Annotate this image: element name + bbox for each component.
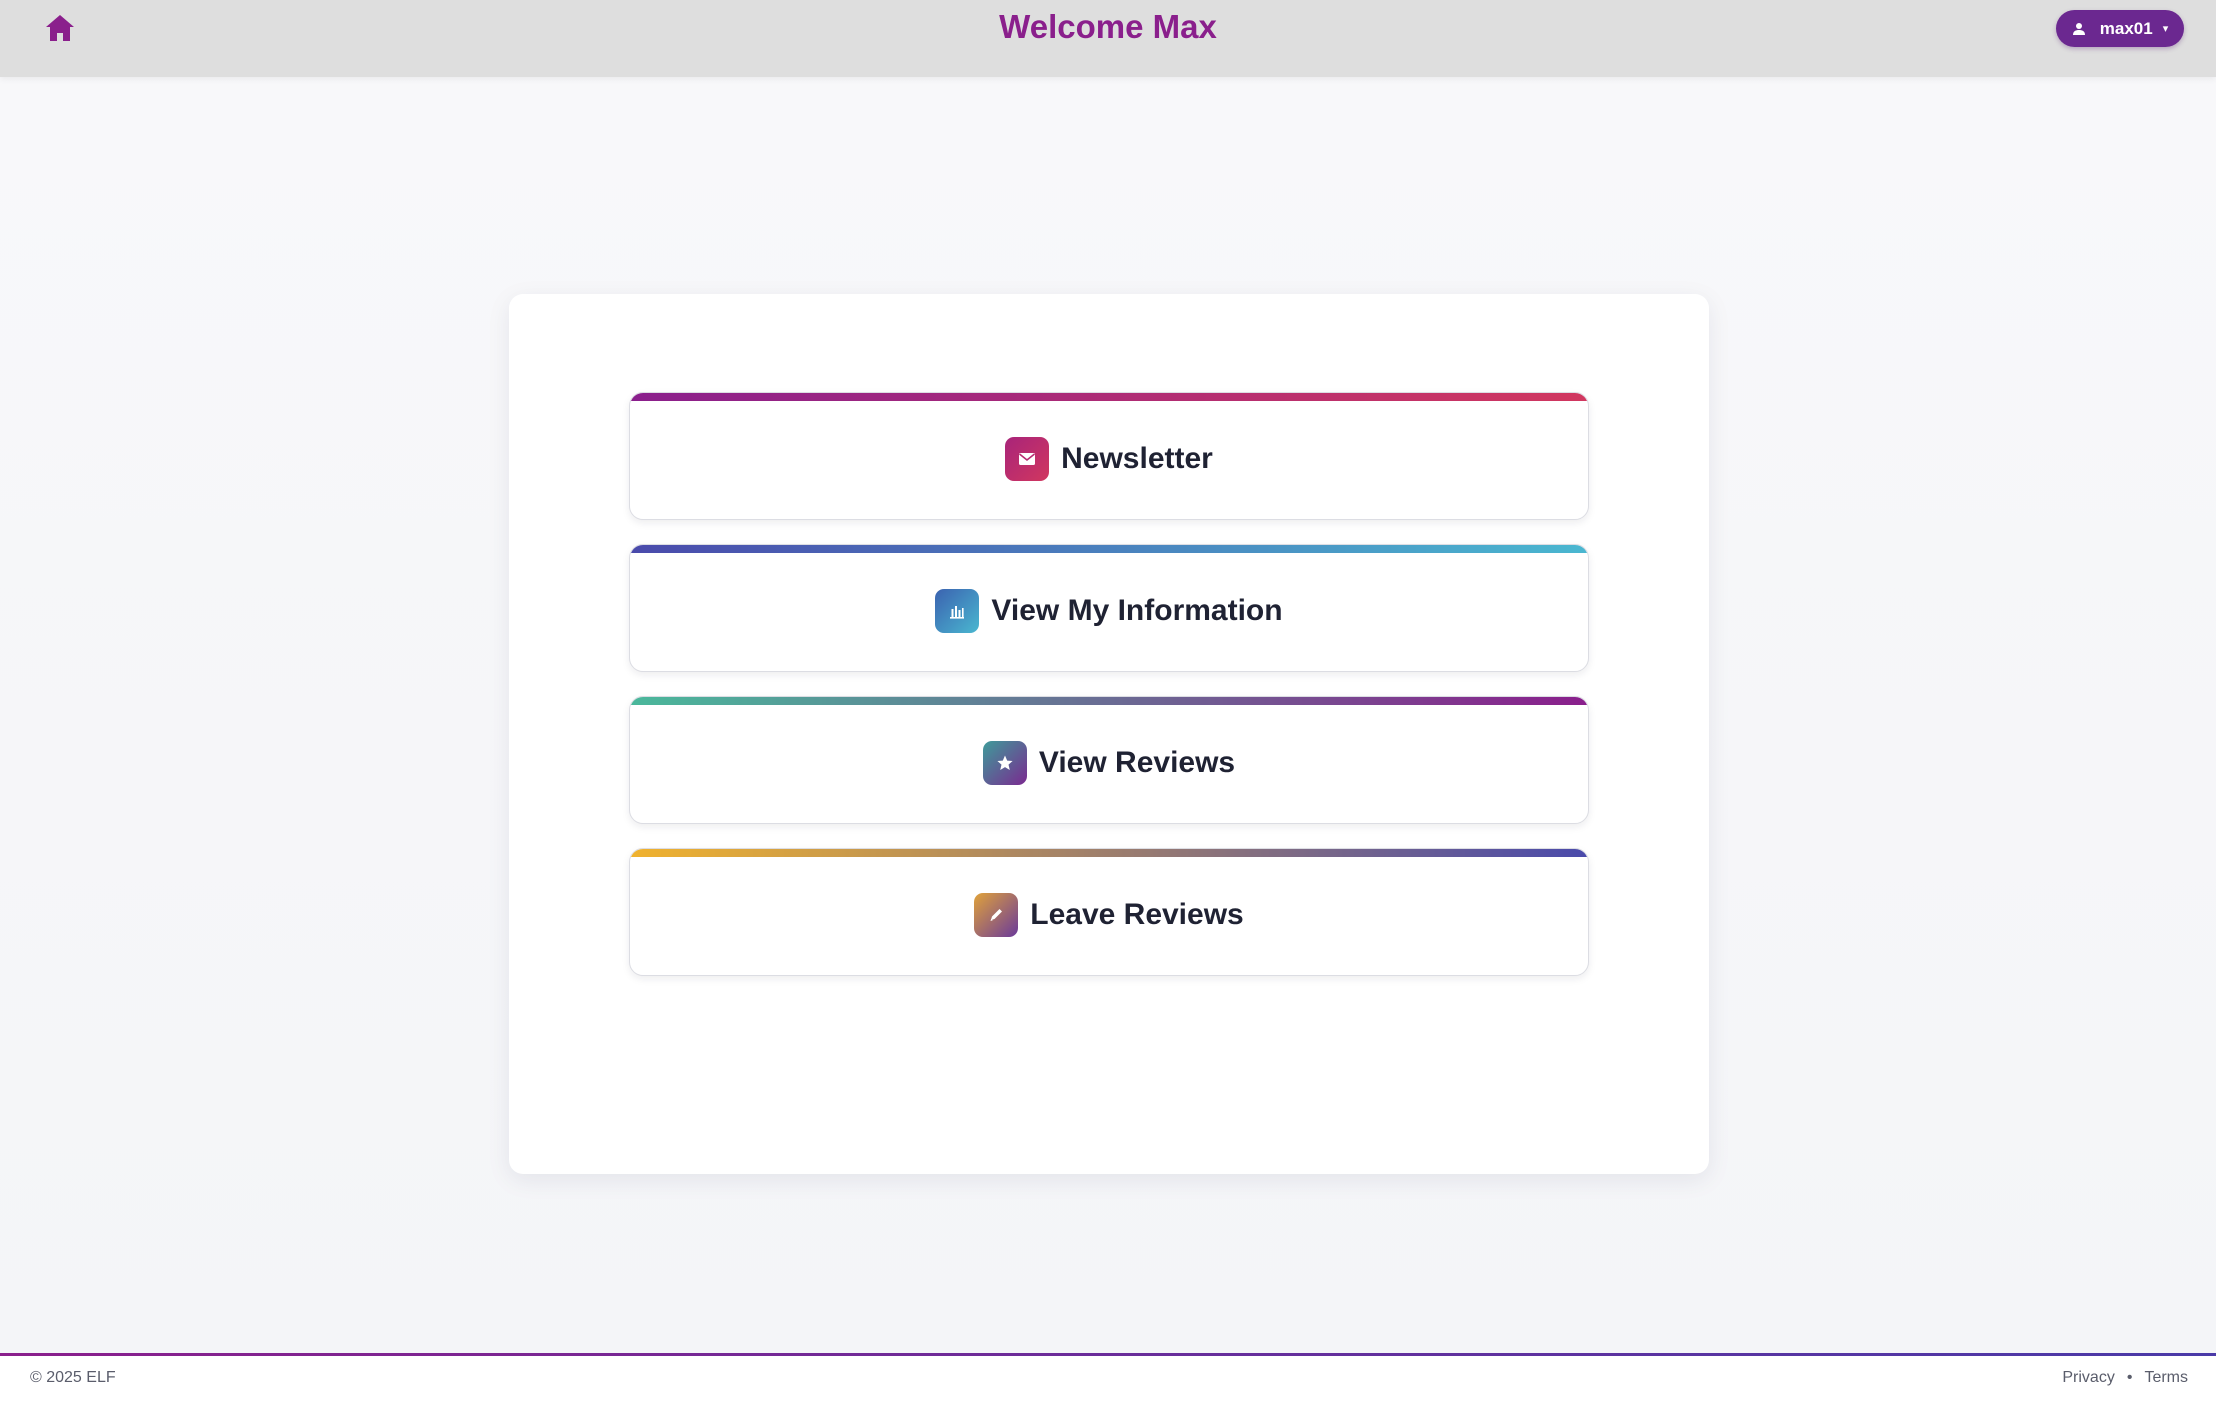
newsletter-card[interactable]: Newsletter xyxy=(629,392,1589,520)
main-panel: Newsletter View My Information View Revi… xyxy=(509,294,1709,1174)
chevron-down-icon: ▾ xyxy=(2162,23,2169,35)
star-icon xyxy=(982,741,1027,785)
footer-links: Privacy • Terms xyxy=(2062,1369,2188,1387)
view-my-information-card[interactable]: View My Information xyxy=(629,544,1589,672)
card-accent-bar xyxy=(630,393,1588,401)
card-accent-bar xyxy=(630,545,1588,553)
copyright-text: © 2025 ELF xyxy=(30,1369,116,1386)
newsletter-label: Newsletter xyxy=(1061,442,1213,475)
top-header: Welcome Max max01 ▾ xyxy=(0,0,2216,77)
view-my-information-label: View My Information xyxy=(991,594,1283,627)
card-accent-bar xyxy=(630,697,1588,705)
view-reviews-label: View Reviews xyxy=(1038,746,1236,779)
page-title: Welcome Max xyxy=(999,8,1217,45)
footer: © 2025 ELF Privacy • Terms xyxy=(0,1353,2216,1402)
card-accent-bar xyxy=(630,849,1588,857)
leave-reviews-label: Leave Reviews xyxy=(1030,898,1244,931)
pencil-icon xyxy=(974,893,1019,937)
footer-divider xyxy=(0,1353,2216,1356)
privacy-link[interactable]: Privacy xyxy=(2062,1369,2114,1387)
username-label: max01 xyxy=(2099,18,2153,38)
bar-chart-icon xyxy=(935,589,980,633)
footer-separator: • xyxy=(2126,1369,2133,1386)
user-menu-button[interactable]: max01 ▾ xyxy=(2056,10,2184,47)
view-reviews-card[interactable]: View Reviews xyxy=(629,696,1589,824)
mail-icon xyxy=(1005,437,1050,481)
leave-reviews-card[interactable]: Leave Reviews xyxy=(629,848,1589,976)
terms-link[interactable]: Terms xyxy=(2144,1369,2188,1387)
user-icon xyxy=(2072,22,2085,35)
